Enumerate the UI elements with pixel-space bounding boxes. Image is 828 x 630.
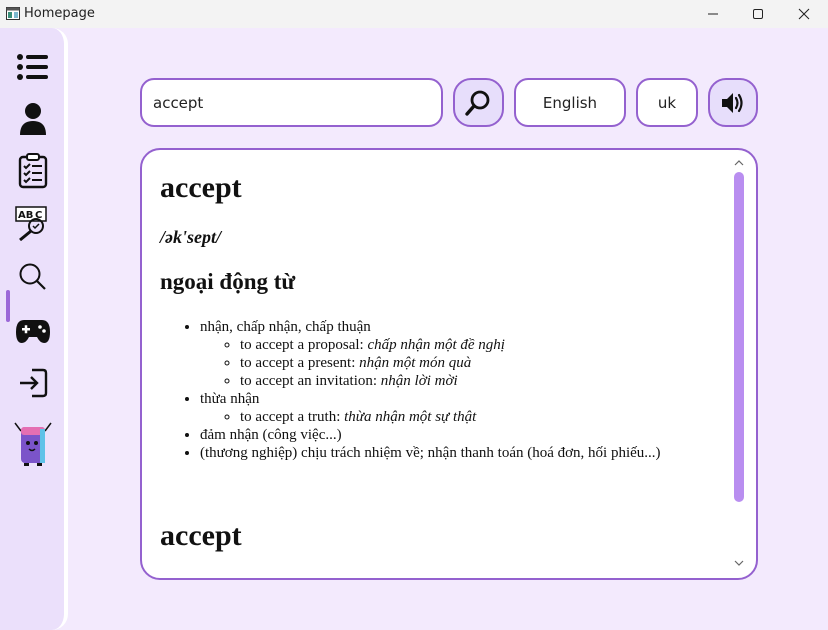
sense-list: nhận, chấp nhận, chấp thuận to accept a … [160, 318, 720, 462]
example-en: to accept an invitation: [240, 373, 378, 389]
sidebar-item-spellcheck[interactable]: AB C [12, 202, 54, 244]
close-icon [798, 8, 810, 20]
pronounce-button[interactable] [708, 78, 758, 127]
sidebar-item-logout[interactable] [12, 362, 54, 404]
list-item: thừa nhận to accept a truth: thừa nhận m… [200, 390, 720, 426]
maximize-icon [753, 9, 763, 19]
next-headword: accept [160, 519, 242, 552]
list-item: to accept a present: nhận một món quà [240, 354, 720, 372]
list-icon [17, 54, 48, 80]
language-selector[interactable]: English [514, 78, 626, 127]
title-bar: Homepage [0, 0, 828, 28]
svg-text:AB: AB [18, 210, 33, 221]
sidebar-item-mascot[interactable] [12, 422, 54, 466]
sidebar-item-profile[interactable] [12, 98, 54, 140]
maximize-button[interactable] [735, 0, 781, 28]
example-vi: nhận một món quà [359, 355, 472, 371]
close-button[interactable] [781, 0, 827, 28]
example-list: to accept a proposal: chấp nhận một đề n… [200, 336, 720, 390]
example-en: to accept a truth: [240, 409, 341, 425]
logout-icon [20, 368, 48, 398]
dictionary-entry: accept /ək'sept/ ngoại động từ nhận, chấ… [160, 170, 720, 462]
minimize-icon [708, 13, 718, 15]
list-item: đảm nhận (công việc...) [200, 426, 720, 444]
sense-text: (thương nghiệp) chịu trách nhiệm về; nhậ… [200, 445, 661, 461]
sidebar: AB C [0, 28, 68, 630]
headword: accept [160, 171, 242, 204]
part-of-speech: ngoại động từ [160, 269, 296, 294]
sidebar-item-menu[interactable] [12, 46, 54, 88]
clipboard-icon [18, 153, 48, 189]
example-en: to accept a proposal: [240, 337, 364, 353]
speaker-icon [722, 92, 743, 113]
sidebar-item-search[interactable] [12, 256, 54, 298]
list-item: nhận, chấp nhận, chấp thuận to accept a … [200, 318, 720, 390]
phonetic: /ək'sept/ [160, 227, 221, 247]
user-icon [20, 103, 46, 135]
example-list: to accept a truth: thừa nhận một sự thật [200, 408, 720, 426]
list-item: to accept a truth: thừa nhận một sự thật [240, 408, 720, 426]
magnifier-icon [464, 90, 489, 116]
example-vi: thừa nhận một sự thật [344, 409, 477, 425]
accent-selector[interactable]: uk [636, 78, 698, 127]
spell-check-icon: AB C [15, 206, 47, 241]
search-box [140, 78, 443, 127]
search-input[interactable] [142, 80, 441, 125]
search-icon [19, 263, 46, 290]
list-item: (thương nghiệp) chịu trách nhiệm về; nhậ… [200, 444, 720, 462]
list-item: to accept an invitation: nhận lời mời [240, 372, 720, 390]
sense-text: nhận, chấp nhận, chấp thuận [200, 319, 371, 335]
book-mascot-icon [14, 422, 52, 466]
sense-text: đảm nhận (công việc...) [200, 427, 342, 443]
scrollbar-thumb[interactable] [734, 172, 744, 502]
active-indicator [6, 290, 10, 322]
example-vi: chấp nhận một đề nghị [367, 337, 505, 353]
definition-panel: accept /ək'sept/ ngoại động từ nhận, chấ… [140, 148, 758, 580]
sense-text: thừa nhận [200, 391, 260, 407]
gamepad-icon [16, 320, 50, 343]
sidebar-item-games[interactable] [12, 310, 54, 352]
scroll-down-icon[interactable] [733, 558, 745, 568]
example-vi: nhận lời mời [380, 373, 458, 389]
search-button[interactable] [453, 78, 504, 127]
example-en: to accept a present: [240, 355, 356, 371]
sidebar-item-tasks[interactable] [12, 150, 54, 192]
window-title: Homepage [24, 6, 95, 21]
minimize-button[interactable] [690, 0, 736, 28]
scroll-up-icon[interactable] [733, 158, 745, 168]
list-item: to accept a proposal: chấp nhận một đề n… [240, 336, 720, 354]
app-icon [6, 7, 20, 20]
